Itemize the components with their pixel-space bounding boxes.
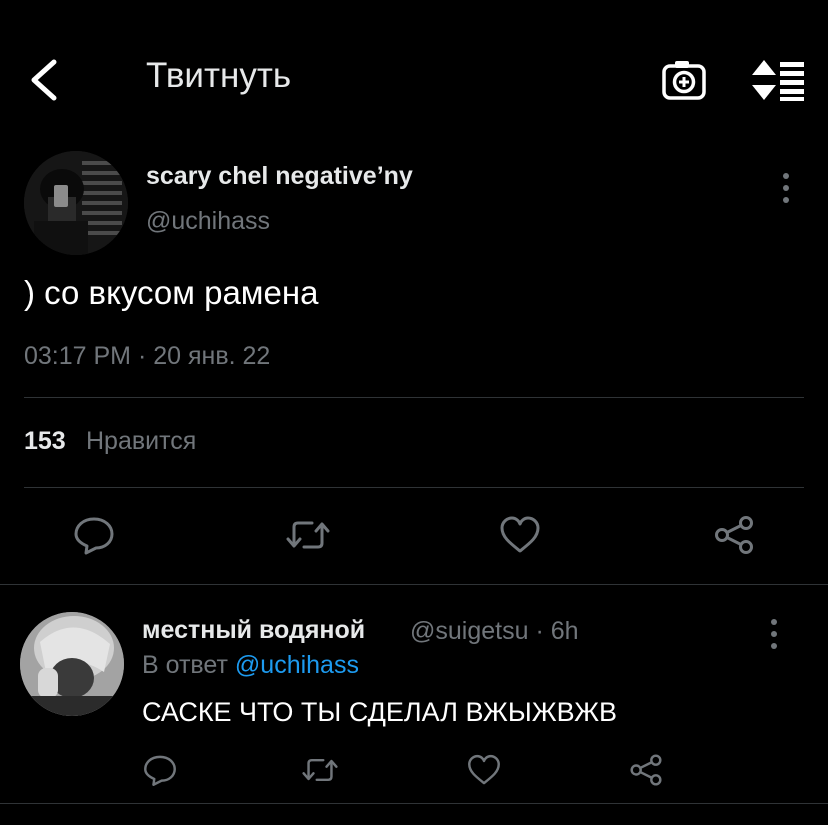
more-vertical-icon[interactable] [775,168,797,208]
share-icon[interactable] [628,752,664,788]
author-name[interactable]: scary chel negative’ny [146,162,413,191]
camera-plus-icon[interactable] [660,56,708,104]
page-title: Твитнуть [146,56,292,95]
like-icon[interactable] [498,513,542,557]
reply-handle-time[interactable]: @suigetsu · 6h [410,617,579,646]
more-vertical-icon[interactable] [763,614,785,654]
reply-icon[interactable] [142,752,178,788]
author-avatar[interactable] [24,151,128,255]
reply-author-avatar[interactable] [20,612,124,716]
retweet-icon[interactable] [302,752,338,788]
avatar-photo [24,151,128,255]
reply-text: САСКЕ ЧТО ТЫ СДЕЛАЛ ВЖЫЖВЖВ [142,697,618,727]
reply-author-name[interactable]: местный водяной [142,616,365,645]
avatar-photo [20,612,124,716]
tweet-text: ) со вкусом рамена [24,274,319,311]
divider [24,487,804,488]
divider [0,803,828,804]
sort-icon[interactable] [752,58,808,102]
share-icon[interactable] [712,513,756,557]
divider [24,397,804,398]
tweet-timestamp: 03:17 PM · 20 янв. 22 [24,342,271,370]
replying-to-label: В ответ [142,651,228,679]
divider [0,584,828,585]
retweet-icon[interactable] [286,513,330,557]
replying-to: В ответ @uchihass [142,651,359,680]
reply-mention-link[interactable]: @uchihass [235,651,359,679]
like-icon[interactable] [466,752,502,788]
back-chevron-icon[interactable] [22,56,70,104]
likes-count[interactable]: 153 [24,427,66,456]
likes-label[interactable]: Нравится [86,427,196,456]
reply-icon[interactable] [72,513,116,557]
author-handle[interactable]: @uchihass [146,207,270,236]
